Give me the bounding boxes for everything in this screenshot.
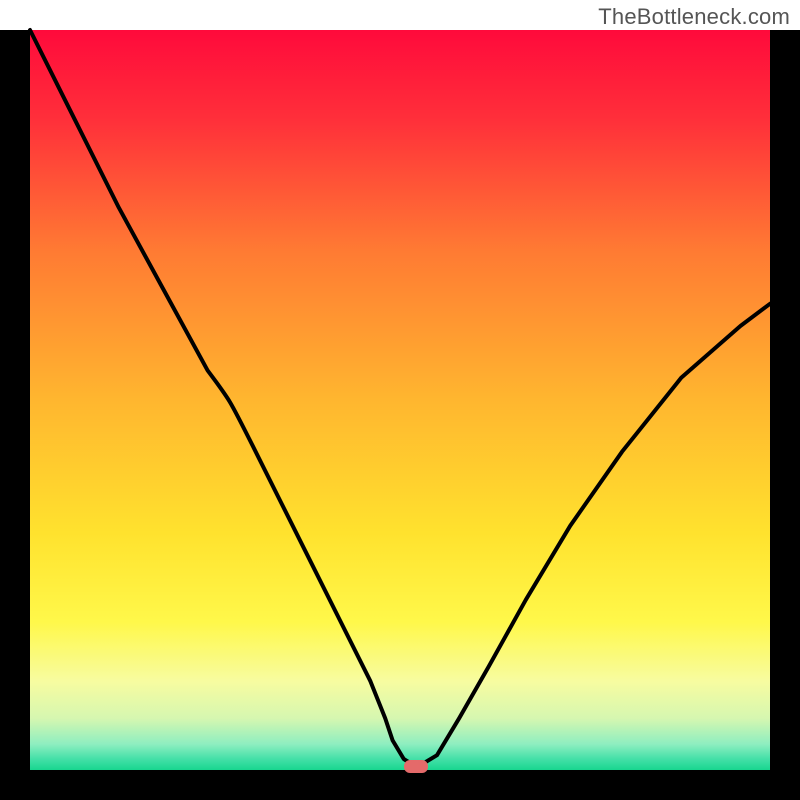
chart-frame: TheBottleneck.com — [0, 0, 800, 800]
frame-right-border — [770, 30, 800, 800]
plot-background — [30, 30, 770, 770]
optimal-point-marker — [404, 760, 428, 773]
bottleneck-chart — [0, 0, 800, 800]
frame-left-border — [0, 30, 30, 800]
frame-bottom-border — [0, 770, 800, 800]
watermark-label: TheBottleneck.com — [598, 4, 790, 30]
